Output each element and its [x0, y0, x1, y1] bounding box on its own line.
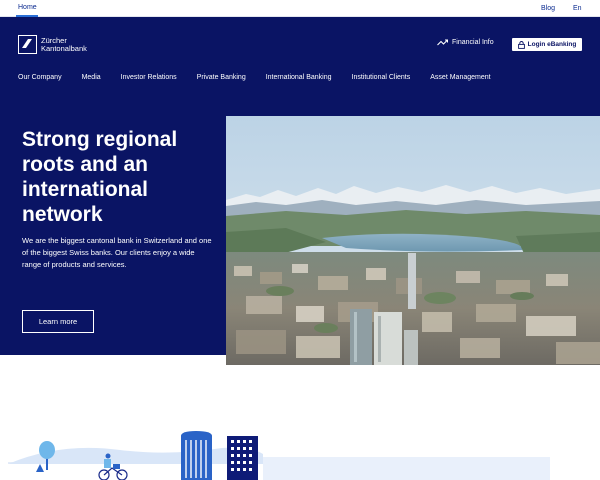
hero-section: Strong regional roots and an internation… [0, 115, 600, 365]
city-illustration [0, 426, 600, 480]
nav-item-our-company[interactable]: Our Company [18, 74, 62, 81]
blog-link[interactable]: Blog [541, 5, 555, 12]
financial-info-link[interactable]: Financial Info [437, 39, 494, 46]
financial-info-label: Financial Info [452, 39, 494, 46]
building-icon [181, 431, 212, 480]
nav-item-media[interactable]: Media [82, 74, 101, 81]
trend-up-icon [437, 39, 448, 46]
login-ebanking-button[interactable]: Login eBanking [512, 38, 582, 51]
learn-more-button[interactable]: Learn more [22, 310, 94, 333]
logo-line-2: Kantonalbank [41, 43, 87, 53]
hero-title: Strong regional roots and an internation… [22, 128, 178, 226]
nav-item-private-banking[interactable]: Private Banking [197, 74, 246, 81]
nav-item-investor-relations[interactable]: Investor Relations [121, 74, 177, 81]
logo-wordmark: Zürcher Kantonalbank [41, 36, 87, 53]
login-ebanking-label: Login eBanking [527, 41, 577, 48]
hero-description: We are the biggest cantonal bank in Swit… [22, 236, 212, 269]
main-navigation: Our Company Media Investor Relations Pri… [18, 74, 491, 81]
zurich-city-photo [226, 116, 600, 365]
home-link[interactable]: Home [18, 4, 37, 11]
zkb-logo[interactable]: Zürcher Kantonalbank [18, 35, 87, 54]
logo-mark-icon [18, 35, 37, 54]
building-icon [227, 436, 258, 480]
main-header: Zürcher Kantonalbank Financial Info Logi… [0, 17, 600, 115]
nav-item-institutional-clients[interactable]: Institutional Clients [352, 74, 411, 81]
utility-bar: Home Blog En [0, 0, 600, 17]
lock-icon [517, 40, 525, 49]
nav-item-asset-management[interactable]: Asset Management [430, 74, 490, 81]
language-switch[interactable]: En [573, 5, 582, 12]
nav-item-international-banking[interactable]: International Banking [266, 74, 332, 81]
